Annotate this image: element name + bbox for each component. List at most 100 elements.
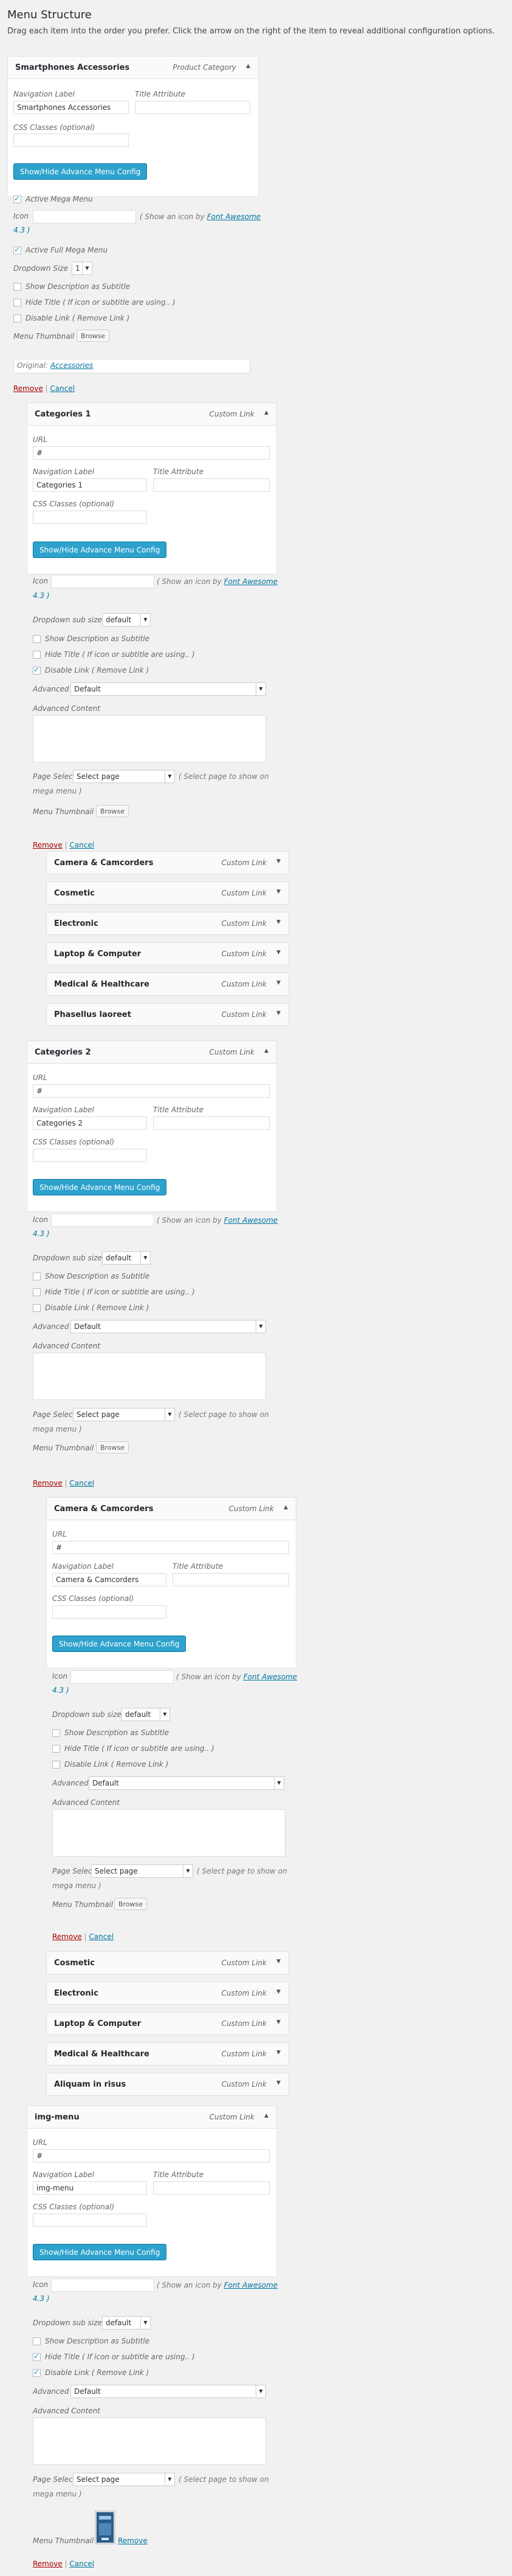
collapse-arrow-icon[interactable]: ▲ xyxy=(264,1048,268,1054)
dropdown-sub-select[interactable]: default ▼ xyxy=(102,613,151,627)
show-desc-checkbox[interactable] xyxy=(33,1273,41,1280)
expand-arrow-icon[interactable]: ▼ xyxy=(276,919,281,925)
advance-config-button[interactable]: Show/Hide Advance Menu Config xyxy=(52,1636,186,1652)
remove-link[interactable]: Remove xyxy=(33,1479,63,1487)
remove-link[interactable]: Remove xyxy=(33,2560,63,2568)
advanced-content-textarea[interactable] xyxy=(33,1353,266,1400)
menu-item-bar-child[interactable]: Electronic Custom Link ▼ xyxy=(46,912,289,935)
menu-item-bar-child[interactable]: Medical & Healthcare Custom Link ▼ xyxy=(46,2042,289,2065)
show-desc-checkbox[interactable] xyxy=(33,635,41,643)
menu-item-bar-child[interactable]: Cosmetic Custom Link ▼ xyxy=(46,1951,289,1974)
expand-arrow-icon[interactable]: ▼ xyxy=(276,1010,281,1016)
hide-title-checkbox[interactable] xyxy=(13,299,21,307)
advance-config-button[interactable]: Show/Hide Advance Menu Config xyxy=(13,163,148,180)
remove-link[interactable]: Remove xyxy=(13,384,43,393)
advanced-select[interactable]: Default ▼ xyxy=(89,1776,284,1790)
menu-item-bar-categories-2[interactable]: Categories 2 Custom Link ▲ xyxy=(27,1041,277,1064)
fa-version[interactable]: 4.3 ) xyxy=(33,589,50,602)
browse-button[interactable]: Browse xyxy=(96,805,129,817)
url-input[interactable]: # xyxy=(33,2149,270,2163)
collapse-arrow-icon[interactable]: ▲ xyxy=(264,2113,268,2119)
title-attr-input[interactable] xyxy=(153,1116,270,1130)
nav-label-input[interactable]: Categories 1 xyxy=(33,478,147,492)
hide-title-checkbox[interactable] xyxy=(33,651,41,659)
menu-item-bar-img-menu[interactable]: img-menu Custom Link ▲ xyxy=(27,2105,277,2129)
expand-arrow-icon[interactable]: ▼ xyxy=(276,980,281,986)
icon-input[interactable] xyxy=(51,575,154,588)
icon-input[interactable] xyxy=(70,1670,174,1684)
menu-item-bar-child[interactable]: Electronic Custom Link ▼ xyxy=(46,1982,289,2005)
dropdown-sub-select[interactable]: default ▼ xyxy=(121,1708,170,1721)
title-attr-input[interactable] xyxy=(153,2181,270,2195)
fa-version[interactable]: 4.3 ) xyxy=(52,1684,69,1697)
menu-item-bar-child[interactable]: Phasellus laoreet Custom Link ▼ xyxy=(46,1003,289,1026)
advanced-select[interactable]: Default ▼ xyxy=(70,1320,266,1333)
menu-item-bar-child[interactable]: Aliquam in risus Custom Link ▼ xyxy=(46,2073,289,2096)
advanced-content-textarea[interactable] xyxy=(52,1809,285,1857)
menu-item-bar-child[interactable]: Cosmetic Custom Link ▼ xyxy=(46,882,289,905)
browse-button[interactable]: Browse xyxy=(77,330,110,342)
remove-link[interactable]: Remove xyxy=(52,1932,82,1941)
cancel-link[interactable]: Cancel xyxy=(89,1932,114,1941)
disable-link-checkbox[interactable] xyxy=(33,2368,41,2377)
advanced-select[interactable]: Default ▼ xyxy=(70,682,266,696)
advance-config-button[interactable]: Show/Hide Advance Menu Config xyxy=(33,1179,167,1195)
icon-input[interactable] xyxy=(51,2279,154,2292)
dropdown-sub-select[interactable]: default ▼ xyxy=(102,2316,151,2330)
font-awesome-link[interactable]: Font Awesome xyxy=(224,577,278,586)
page-select[interactable]: Select page ▼ xyxy=(73,2473,175,2486)
menu-item-bar-child[interactable]: Laptop & Computer Custom Link ▼ xyxy=(46,942,289,965)
title-attr-input[interactable] xyxy=(172,1573,289,1586)
disable-link-checkbox[interactable] xyxy=(13,314,21,322)
advance-config-button[interactable]: Show/Hide Advance Menu Config xyxy=(33,2244,167,2260)
show-desc-checkbox[interactable] xyxy=(13,283,21,291)
browse-button[interactable]: Browse xyxy=(114,1898,148,1910)
expand-arrow-icon[interactable]: ▼ xyxy=(276,2080,281,2086)
collapse-arrow-icon[interactable]: ▲ xyxy=(264,410,268,416)
disable-link-checkbox[interactable] xyxy=(33,1304,41,1312)
hide-title-checkbox[interactable] xyxy=(52,1745,60,1753)
menu-item-bar-smartphones[interactable]: Smartphones Accessories Product Category… xyxy=(7,56,259,79)
fa-version[interactable]: 4.3 ) xyxy=(13,223,30,237)
disable-link-checkbox[interactable] xyxy=(52,1761,60,1769)
url-input[interactable]: # xyxy=(33,1084,270,1098)
show-desc-checkbox[interactable] xyxy=(33,2337,41,2345)
cancel-link[interactable]: Cancel xyxy=(69,2560,94,2568)
expand-arrow-icon[interactable]: ▼ xyxy=(276,858,281,865)
menu-item-bar-child[interactable]: Camera & Camcorders Custom Link ▼ xyxy=(46,851,289,874)
cancel-link[interactable]: Cancel xyxy=(69,841,94,849)
browse-button[interactable]: Browse xyxy=(96,1441,129,1453)
expand-arrow-icon[interactable]: ▼ xyxy=(276,1959,281,1965)
show-desc-checkbox[interactable] xyxy=(52,1729,60,1737)
active-mega-checkbox[interactable] xyxy=(13,194,21,203)
font-awesome-link[interactable]: Font Awesome xyxy=(207,212,261,221)
page-select[interactable]: Select page ▼ xyxy=(73,1408,175,1421)
page-select[interactable]: Select page ▼ xyxy=(91,1864,193,1878)
menu-item-bar-categories-1[interactable]: Categories 1 Custom Link ▲ xyxy=(27,403,277,426)
icon-input[interactable] xyxy=(51,1214,154,1227)
collapse-arrow-icon[interactable]: ▲ xyxy=(284,1504,288,1511)
css-classes-input[interactable] xyxy=(13,134,129,147)
hide-title-checkbox[interactable] xyxy=(33,2352,41,2361)
menu-item-bar-camera[interactable]: Camera & Camcorders Custom Link ▲ xyxy=(46,1497,296,1520)
icon-input[interactable] xyxy=(33,210,136,223)
menu-item-bar-child[interactable]: Medical & Healthcare Custom Link ▼ xyxy=(46,973,289,996)
cancel-link[interactable]: Cancel xyxy=(69,1479,94,1487)
font-awesome-link[interactable]: Font Awesome xyxy=(244,1673,297,1681)
expand-arrow-icon[interactable]: ▼ xyxy=(276,950,281,956)
original-link[interactable]: Accessories xyxy=(50,361,94,370)
remove-thumbnail-link[interactable]: Remove xyxy=(118,2537,148,2545)
url-input[interactable]: # xyxy=(52,1541,289,1554)
font-awesome-link[interactable]: Font Awesome xyxy=(224,1216,278,1225)
hide-title-checkbox[interactable] xyxy=(33,1288,41,1296)
title-attr-input[interactable] xyxy=(135,101,250,114)
menu-item-bar-child[interactable]: Laptop & Computer Custom Link ▼ xyxy=(46,2012,289,2035)
expand-arrow-icon[interactable]: ▼ xyxy=(276,2019,281,2025)
collapse-arrow-icon[interactable]: ▲ xyxy=(246,63,250,69)
css-classes-input[interactable] xyxy=(33,511,147,524)
font-awesome-link[interactable]: Font Awesome xyxy=(224,2281,278,2289)
css-classes-input[interactable] xyxy=(33,2214,147,2227)
advanced-content-textarea[interactable] xyxy=(33,2418,266,2465)
cancel-link[interactable]: Cancel xyxy=(50,384,75,393)
remove-link[interactable]: Remove xyxy=(33,841,63,849)
